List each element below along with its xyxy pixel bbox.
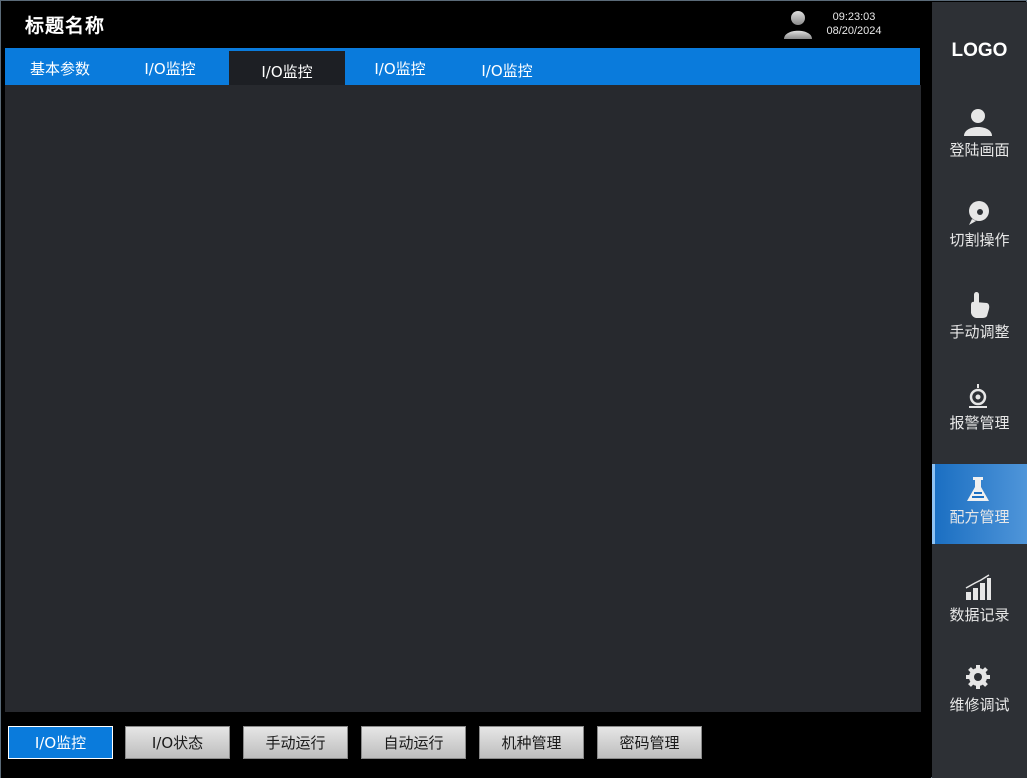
hand-pointer-icon (971, 292, 990, 318)
sidebar-item-label: 维修调试 (949, 696, 1010, 714)
page-title: 标题名称 (25, 15, 106, 37)
password-management-button[interactable]: 密码管理 (597, 726, 702, 759)
sidebar-item-recipe[interactable]: 配方管理 (932, 464, 1027, 544)
io-monitor-button[interactable]: I/O监控 (8, 726, 113, 759)
model-management-button[interactable]: 机种管理 (479, 726, 584, 759)
date-text: 08/20/2024 (826, 25, 882, 37)
sidebar-item-label: 配方管理 (949, 508, 1010, 526)
sidebar-item-label: 登陆画面 (949, 141, 1010, 159)
sidebar-item-alarm[interactable]: 报警管理 (932, 370, 1027, 450)
disc-icon (969, 201, 989, 225)
tab-bar: 基本参数 I/O监控 I/O监控 I/O监控 I/O监控 (5, 48, 920, 85)
sidebar-item-label: 数据记录 (949, 606, 1010, 624)
sidebar-item-login[interactable]: 登陆画面 (932, 97, 1027, 177)
sidebar-item-maintenance[interactable]: 维修调试 (932, 652, 1027, 732)
bottom-button-bar: I/O监控 I/O状态 手动运行 自动运行 机种管理 密码管理 (1, 712, 931, 778)
sidebar-item-label: 切割操作 (949, 231, 1010, 249)
tab-io-monitor-3[interactable]: I/O监控 (353, 51, 447, 85)
time-text: 09:23:03 (832, 11, 876, 23)
io-status-button[interactable]: I/O状态 (125, 726, 230, 759)
tab-basic-params[interactable]: 基本参数 (13, 51, 107, 85)
tab-io-monitor-2[interactable]: I/O监控 (229, 51, 345, 85)
tab-io-monitor-4[interactable]: I/O监控 (460, 51, 554, 85)
datetime-display: 09:23:03 08/20/2024 (819, 10, 889, 38)
main-content-panel (5, 85, 921, 712)
flask-icon (967, 477, 989, 501)
gear-icon (966, 665, 990, 689)
logo: LOGO (951, 40, 1008, 61)
sidebar-nav: LOGO 登陆画面 切割操作 手动调整 报警管理 配方管理 数据记录 维修调试 (932, 2, 1027, 778)
sidebar-item-data-log[interactable]: 数据记录 (932, 562, 1027, 642)
auto-run-button[interactable]: 自动运行 (361, 726, 466, 759)
manual-run-button[interactable]: 手动运行 (243, 726, 348, 759)
header-bar: 标题名称 09:23:03 08/20/2024 (1, 1, 931, 48)
sidebar-item-label: 报警管理 (949, 414, 1010, 432)
hmi-window: 标题名称 09:23:03 08/20/2024 基本参数 I/O监控 I/O监… (0, 0, 1027, 778)
user-icon (964, 109, 992, 136)
bar-chart-icon (965, 574, 991, 600)
alarm-icon (969, 384, 987, 408)
user-avatar-icon[interactable] (782, 9, 814, 39)
sidebar-item-label: 手动调整 (949, 323, 1010, 341)
sidebar-item-cutting[interactable]: 切割操作 (932, 187, 1027, 267)
sidebar-item-manual-adjust[interactable]: 手动调整 (932, 279, 1027, 359)
tab-io-monitor-1[interactable]: I/O监控 (123, 51, 217, 85)
